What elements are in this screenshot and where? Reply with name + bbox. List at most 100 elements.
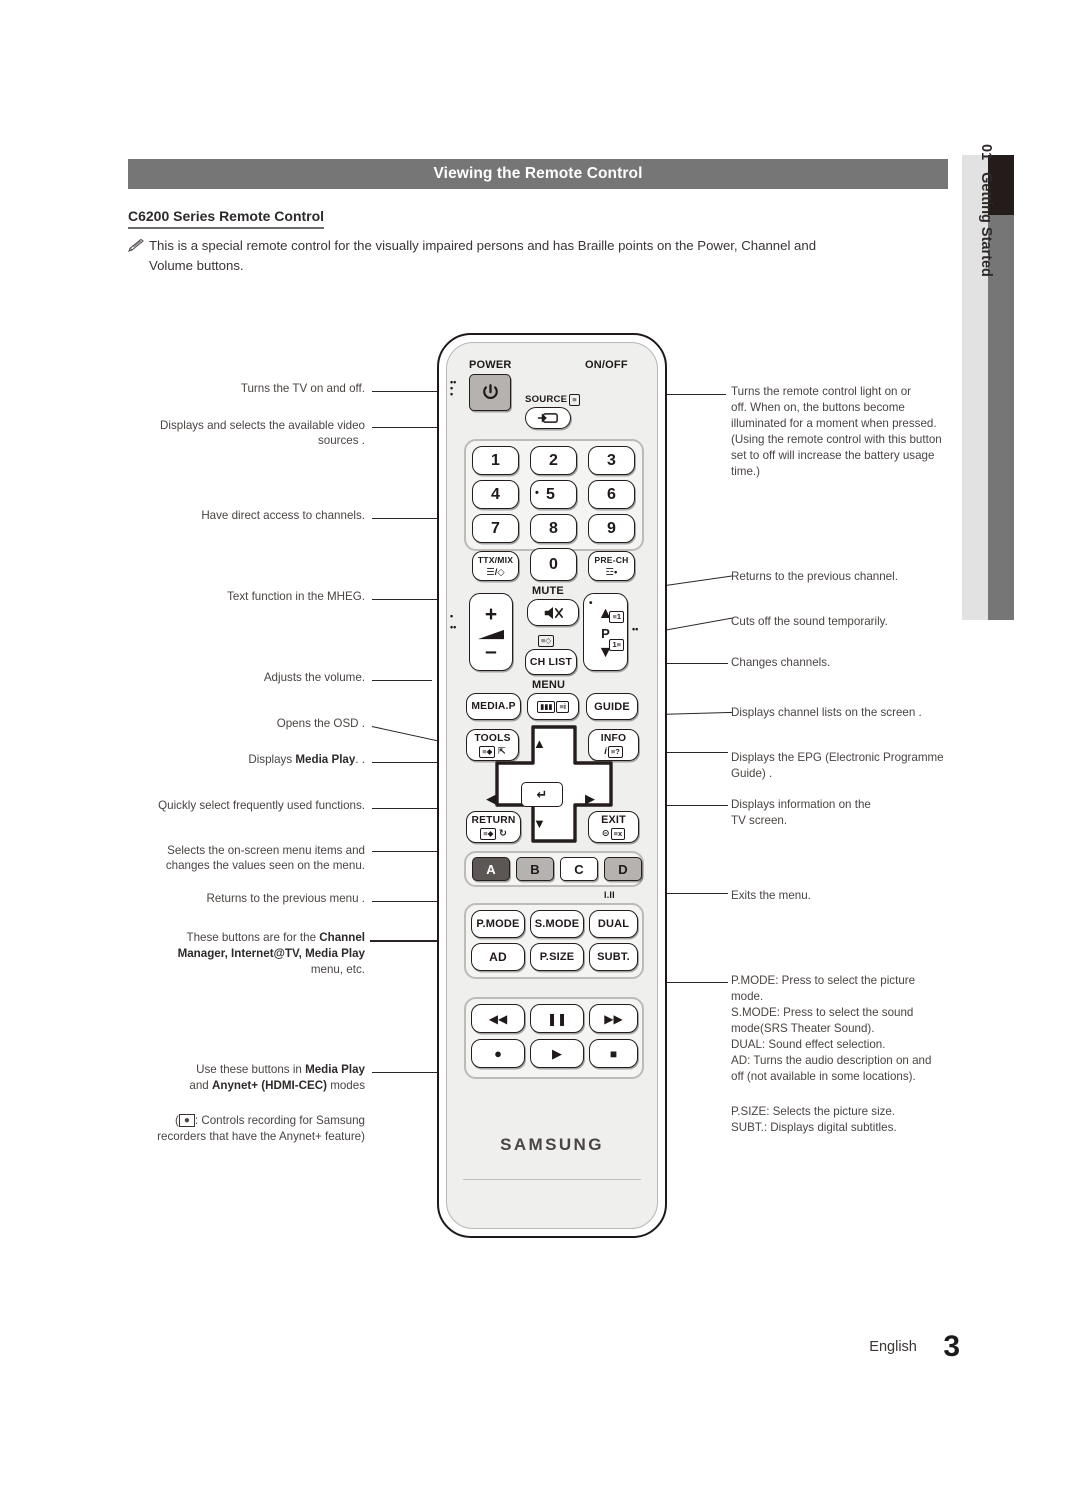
ch-list-glyph-icon: ≡◇ [538, 635, 555, 647]
return-glyph-icon: ≡◆ ↻ [480, 827, 507, 840]
color-key-b-button[interactable]: B [516, 857, 554, 881]
media-p-button[interactable]: MEDIA.P [466, 693, 521, 720]
note-line-2: Volume buttons. [149, 258, 244, 273]
remote-bottom-edge [463, 1179, 641, 1220]
note-block: This is a special remote control for the… [128, 236, 936, 276]
stop-button[interactable]: ■ [589, 1039, 638, 1068]
callout-pmode-line1: P.MODE: Press to select the picture [731, 974, 916, 987]
callout-info-line2: TV screen. [731, 814, 788, 827]
callout-ad-line1: AD: Turns the audio description on and [731, 1054, 932, 1067]
callout-onoff-line3: illuminated for a moment when pressed. [731, 417, 937, 430]
number-5-button[interactable]: • 5 [530, 480, 577, 509]
rewind-button[interactable]: ◀◀ [471, 1004, 525, 1033]
ad-button[interactable]: AD [471, 943, 525, 971]
dual-button[interactable]: DUAL [589, 910, 638, 938]
volume-rocker-button[interactable]: + – [469, 593, 513, 671]
leader-media [372, 1072, 444, 1074]
mute-label: MUTE [532, 585, 564, 597]
callout-abcd-line2: Manager, Internet@TV, Media Play [177, 947, 365, 960]
callout-smode-line2: mode(SRS Theater Sound). [731, 1022, 875, 1035]
section-heading: C6200 Series Remote Control [128, 208, 325, 229]
leader-mediap [372, 762, 444, 764]
callout-arrows-line2: changes the values seen on the menu. [165, 859, 365, 872]
callout-abcd-line3: menu, etc. [310, 963, 365, 976]
pause-icon: ❚❚ [546, 1011, 568, 1026]
enter-icon: ↵ [536, 786, 548, 802]
number-4-button[interactable]: 4 [472, 480, 519, 509]
callout-guide-line1: Displays the EPG (Electronic Programme [731, 751, 944, 764]
color-key-c-button[interactable]: C [560, 857, 598, 881]
source-icon [537, 413, 558, 423]
callout-abcd-pre: These buttons are for the [186, 931, 320, 944]
remote-control-diagram: POWER ON/OFF •• • • SOURCE ≡ 1 2 3 4 • 5… [437, 333, 667, 1238]
ch-list-button[interactable]: CH LIST [525, 649, 577, 675]
leader-power [372, 391, 444, 393]
play-icon: ▶ [552, 1045, 562, 1061]
callout-ad-line2: off (not available in some locations). [731, 1070, 916, 1083]
ttx-mix-glyph-icon: ☰/◇ [486, 566, 505, 578]
number-7-button[interactable]: 7 [472, 514, 519, 543]
mute-icon [544, 606, 563, 619]
play-button[interactable]: ▶ [530, 1039, 584, 1068]
callout-mediap-bold: Media Play [295, 753, 356, 766]
arrow-left-icon[interactable]: ◀ [486, 791, 496, 807]
callout-exit: Exits the menu. [731, 889, 811, 902]
callout-abcd-line1: These buttons are for the Channel [130, 930, 365, 946]
callout-psize: P.SIZE: Selects the picture size. [731, 1105, 896, 1118]
callout-menu: Opens the OSD . [276, 717, 365, 730]
manual-page: Viewing the Remote Control C6200 Series … [0, 0, 1080, 1494]
enter-button[interactable]: ↵ [521, 782, 563, 807]
source-button[interactable] [525, 407, 571, 429]
callout-chlist: Displays channel lists on the screen . [731, 706, 922, 719]
pause-button[interactable]: ❚❚ [530, 1004, 584, 1033]
pencil-note-icon [128, 239, 145, 252]
number-2-button[interactable]: 2 [530, 446, 577, 475]
record-button[interactable]: ● [471, 1039, 525, 1068]
s-mode-button[interactable]: S.MODE [530, 910, 584, 938]
mute-button[interactable] [527, 599, 579, 626]
callout-onoff-line6: time.) [731, 465, 760, 478]
number-0-button[interactable]: 0 [530, 548, 577, 581]
number-6-button[interactable]: 6 [588, 480, 635, 509]
footer-page-number: 3 [943, 1330, 960, 1363]
menu-button[interactable]: ▮▮▮ ≡i [527, 693, 579, 720]
arrow-right-icon[interactable]: ▶ [585, 791, 595, 807]
color-key-d-button[interactable]: D [604, 857, 642, 881]
arrow-down-icon[interactable]: ▼ [533, 816, 546, 831]
channel-up-glyph-icon: ≡1 [609, 611, 624, 623]
callout-mediap: Displays Media Play. . [130, 752, 365, 768]
braille-power: •• • • [450, 377, 457, 399]
subt-button[interactable]: SUBT. [589, 943, 638, 971]
number-3-button[interactable]: 3 [588, 446, 635, 475]
guide-button[interactable]: GUIDE [586, 693, 638, 720]
ttx-mix-button[interactable]: TTX/MIX ☰/◇ [472, 551, 519, 581]
chapter-name: Getting Started [978, 172, 994, 277]
note-line-1: This is a special remote control for the… [149, 238, 817, 253]
return-button[interactable]: RETURN ≡◆ ↻ [466, 811, 521, 843]
leader-ttxmix [372, 599, 444, 601]
exit-button[interactable]: EXIT ⊝ ≡x [588, 811, 639, 843]
leader-numbers [372, 518, 444, 520]
pre-ch-button[interactable]: PRE-CH ☲• [588, 551, 635, 581]
color-key-a-button[interactable]: A [472, 857, 510, 881]
rewind-icon: ◀◀ [488, 1011, 508, 1026]
callout-mediap-post: . . [355, 753, 365, 766]
power-button[interactable] [469, 374, 511, 411]
leader-tools [372, 808, 444, 810]
callout-chup: Changes channels. [731, 656, 831, 669]
leader-return [372, 901, 444, 903]
p-size-button[interactable]: P.SIZE [530, 943, 584, 971]
callout-numbers: Have direct access to channels. [201, 509, 365, 522]
p-mode-button[interactable]: P.MODE [471, 910, 525, 938]
callout-mediap-pre: Displays [248, 753, 296, 766]
arrow-up-icon[interactable]: ▲ [533, 736, 546, 751]
number-8-button[interactable]: 8 [530, 514, 577, 543]
number-1-button[interactable]: 1 [472, 446, 519, 475]
fast-forward-button[interactable]: ▶▶ [589, 1004, 638, 1033]
channel-rocker-button[interactable]: • ▲ ≡1 P 1≡ ▼ [583, 593, 628, 671]
record-icon: ● [494, 1046, 502, 1061]
callout-guide-line2: Guide) . [731, 767, 773, 780]
callout-power: Turns the TV on and off. [240, 382, 365, 395]
number-9-button[interactable]: 9 [588, 514, 635, 543]
stop-icon: ■ [609, 1046, 618, 1061]
